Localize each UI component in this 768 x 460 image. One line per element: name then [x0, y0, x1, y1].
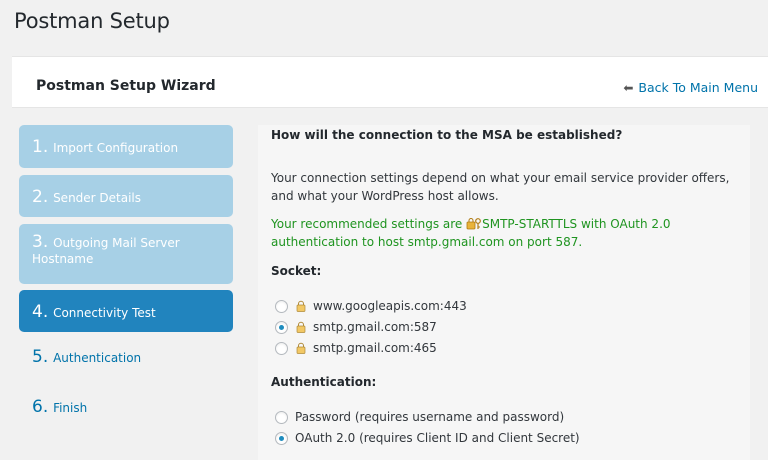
step-sender-details[interactable]: 2. Sender Details — [19, 175, 233, 217]
radio-button[interactable] — [275, 320, 288, 334]
auth-option-label: OAuth 2.0 (requires Client ID and Client… — [295, 431, 580, 445]
radio-button[interactable] — [275, 341, 288, 355]
socket-option-smtp-gmail-587[interactable]: smtp.gmail.com:587 — [275, 320, 437, 334]
socket-option-label: smtp.gmail.com:587 — [313, 320, 437, 334]
step-finish[interactable]: 6. Finish — [19, 397, 233, 427]
socket-option-label: www.googleapis.com:443 — [313, 299, 467, 313]
auth-option-label: Password (requires username and password… — [295, 410, 565, 424]
socket-label: Socket: — [271, 264, 322, 278]
radio-button[interactable] — [275, 431, 288, 445]
step-label: Authentication — [53, 351, 142, 365]
step-outgoing-mail-server-hostname[interactable]: 3. Outgoing Mail Server Hostname — [19, 224, 233, 284]
step-number: 4. — [32, 302, 49, 322]
wizard-title: Postman Setup Wizard — [36, 78, 216, 94]
step-label: Outgoing Mail Server Hostname — [32, 236, 180, 266]
radio-button[interactable] — [275, 299, 288, 313]
page-title: Postman Setup — [14, 9, 170, 33]
step-number: 3. — [32, 232, 49, 252]
step-label: Sender Details — [53, 191, 142, 205]
auth-option-password[interactable]: Password (requires username and password… — [275, 410, 564, 424]
wizard-header: Postman Setup Wizard ⬅ Back To Main Menu — [12, 56, 768, 108]
step-label: Connectivity Test — [53, 306, 156, 320]
recommended-settings: Your recommended settings are SMTP-START… — [271, 215, 741, 251]
step-authentication[interactable]: 5. Authentication — [19, 347, 233, 377]
step-connectivity-test[interactable]: 4. Connectivity Test — [19, 290, 233, 332]
step-number: 2. — [32, 187, 49, 207]
lock-icon — [296, 300, 306, 312]
step-number: 1. — [32, 137, 49, 157]
connection-description: Your connection settings depend on what … — [271, 171, 730, 203]
lock-key-icon — [466, 217, 482, 230]
lock-icon — [296, 321, 306, 333]
arrow-left-icon: ⬅ — [623, 80, 634, 95]
socket-option-googleapis-443[interactable]: www.googleapis.com:443 — [275, 299, 467, 313]
back-link-label: Back To Main Menu — [638, 80, 758, 95]
auth-option-oauth2[interactable]: OAuth 2.0 (requires Client ID and Client… — [275, 431, 580, 445]
connectivity-panel: How will the connection to the MSA be es… — [258, 125, 750, 460]
authentication-label: Authentication: — [271, 375, 377, 389]
back-to-main-menu-link[interactable]: ⬅ Back To Main Menu — [623, 80, 758, 95]
recommend-prefix: Your recommended settings are — [271, 217, 467, 231]
socket-option-smtp-gmail-465[interactable]: smtp.gmail.com:465 — [275, 341, 437, 355]
socket-option-label: smtp.gmail.com:465 — [313, 341, 437, 355]
step-label: Import Configuration — [53, 141, 179, 155]
step-number: 5. — [32, 347, 49, 367]
step-import-configuration[interactable]: 1. Import Configuration — [19, 125, 233, 168]
radio-button[interactable] — [275, 410, 288, 424]
step-label: Finish — [53, 401, 88, 415]
step-number: 6. — [32, 397, 49, 417]
lock-icon — [296, 342, 306, 354]
connection-question: How will the connection to the MSA be es… — [271, 128, 623, 142]
